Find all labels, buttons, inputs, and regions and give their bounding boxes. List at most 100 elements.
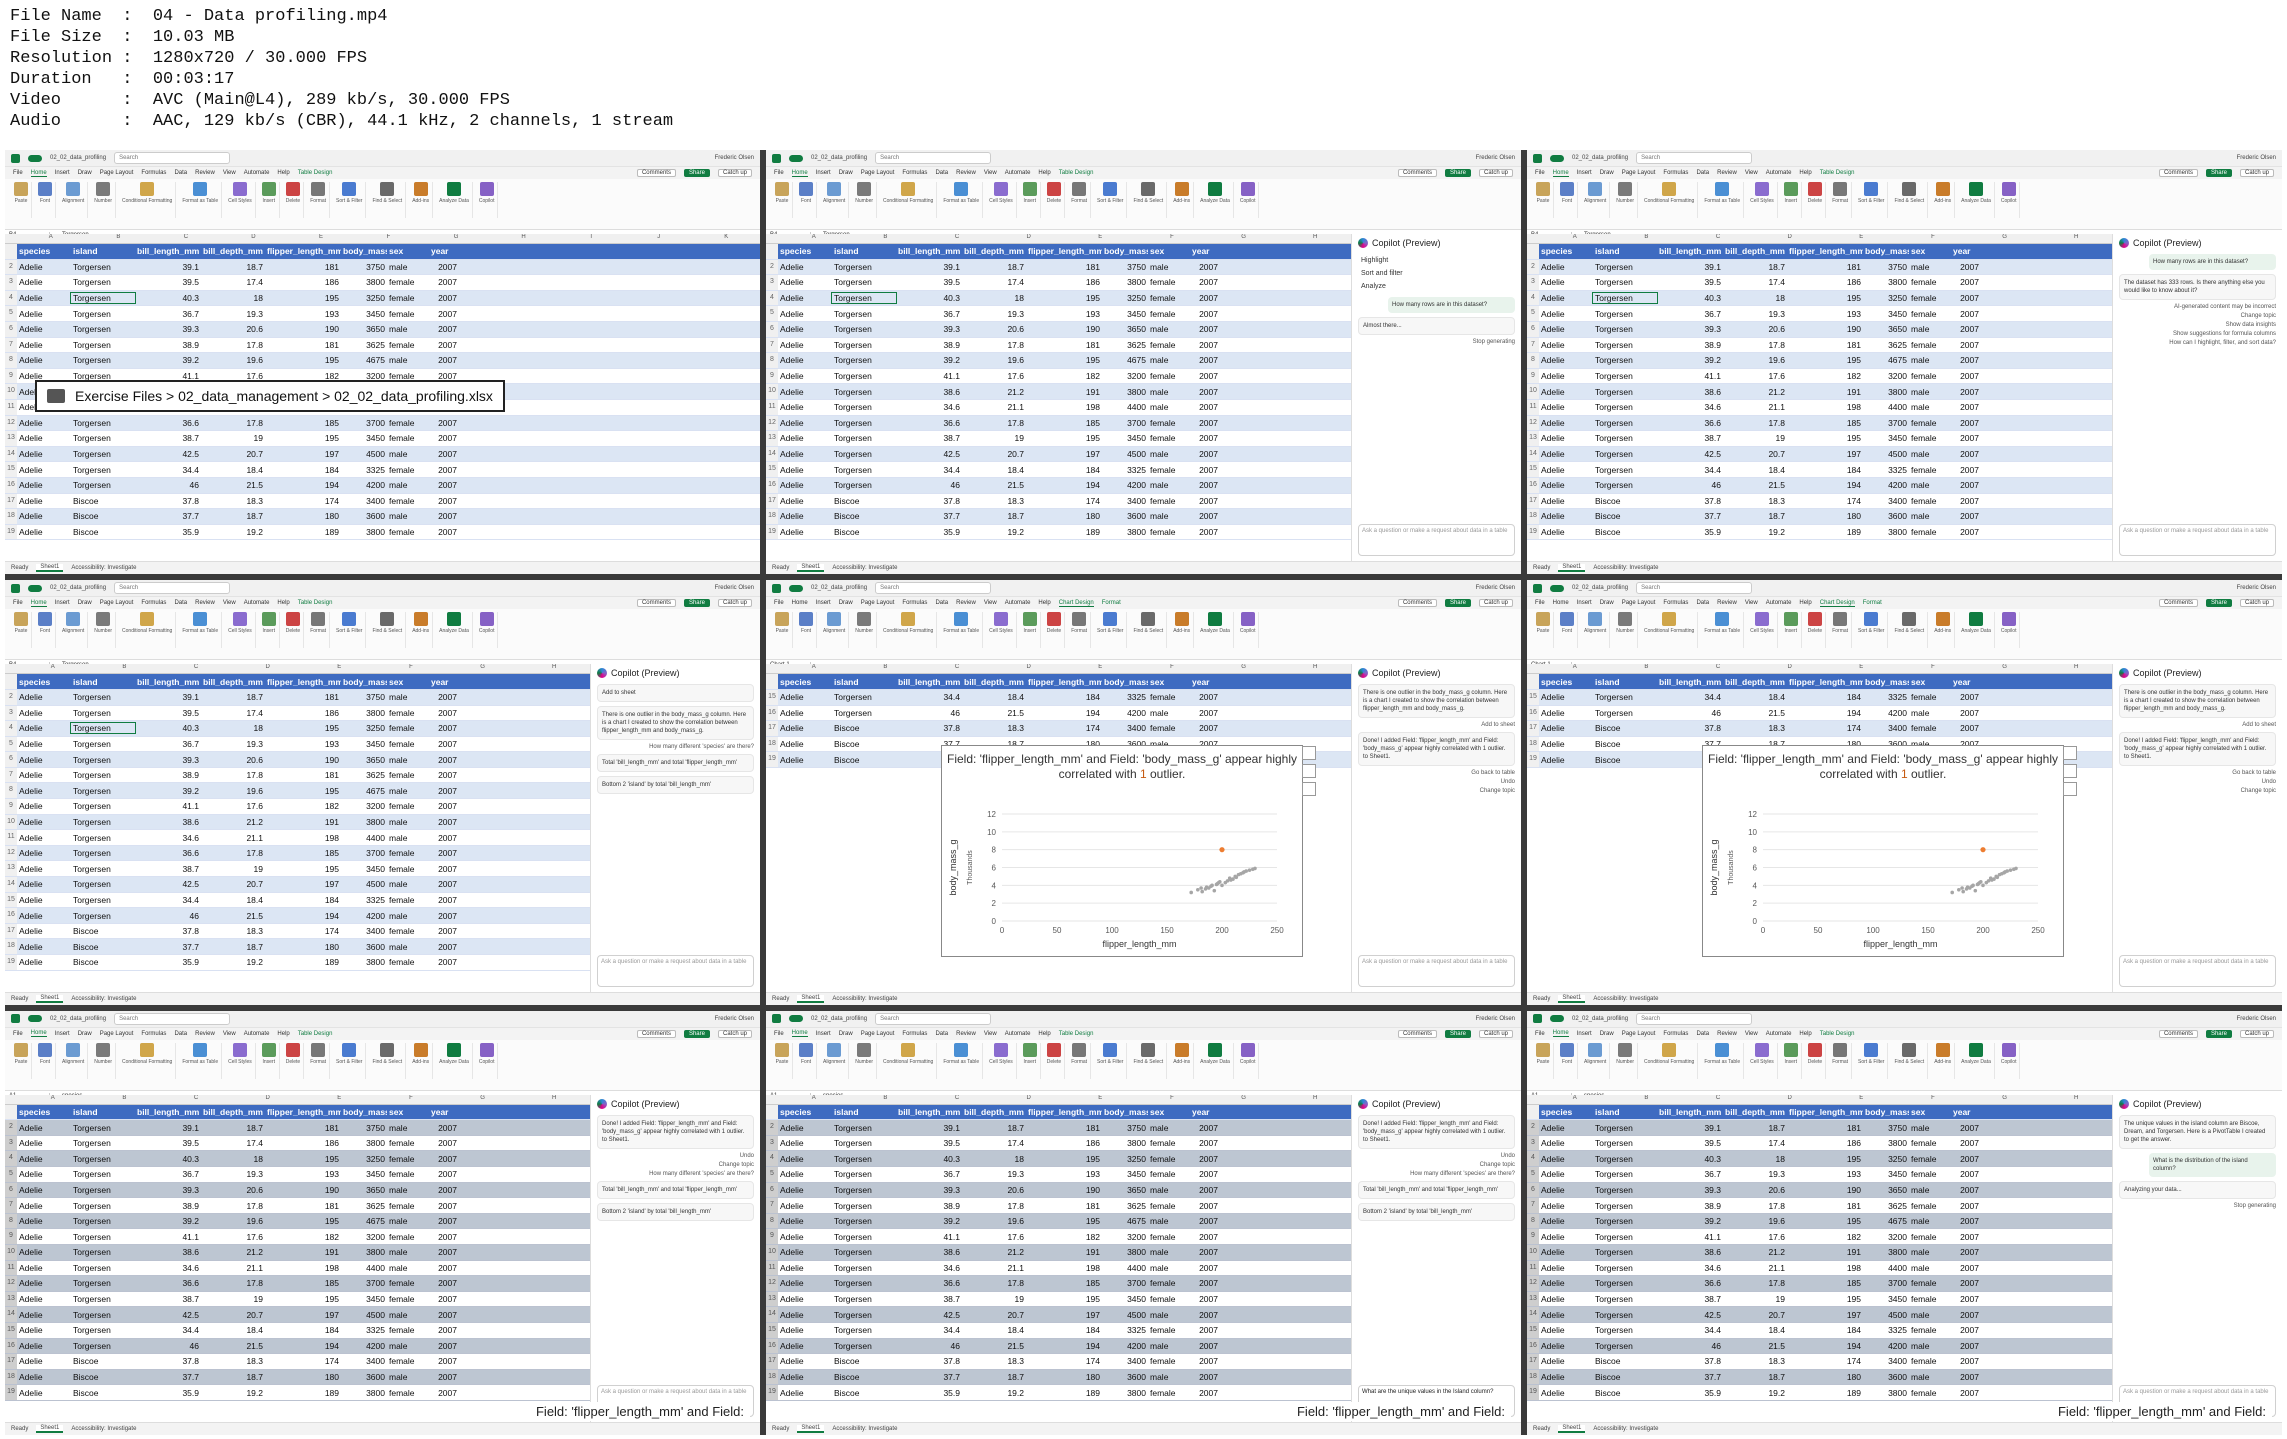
comments-button[interactable]: Comments xyxy=(2158,169,2198,177)
table-cell[interactable]: Torgersen xyxy=(1593,1138,1657,1148)
ribbon-group[interactable]: Find & Select xyxy=(1130,182,1168,218)
table-header-cell[interactable]: bill_length_mm xyxy=(896,246,962,256)
table-cell[interactable]: 20.6 xyxy=(201,1185,265,1195)
table-cell[interactable]: 41.1 xyxy=(135,801,201,811)
ribbon-group[interactable]: Find & Select xyxy=(1891,1042,1929,1079)
table-cell[interactable]: male xyxy=(1909,1310,1951,1320)
column-header[interactable]: B xyxy=(1611,234,1683,243)
table-cell[interactable]: 4675 xyxy=(1102,1216,1148,1226)
table-cell[interactable]: 37.8 xyxy=(135,1356,201,1366)
table-cell[interactable]: 21.2 xyxy=(1723,1247,1787,1257)
table-cell[interactable]: Adelie xyxy=(1539,1388,1593,1398)
table-cell[interactable]: 20.7 xyxy=(201,449,265,459)
table-cell[interactable]: 181 xyxy=(1787,1201,1863,1211)
table-cell[interactable]: 39.5 xyxy=(135,708,201,718)
table-header-cell[interactable]: year xyxy=(1190,246,1220,256)
table-cell[interactable]: Biscoe xyxy=(71,527,135,537)
ribbon-group[interactable]: Analyze Data xyxy=(436,182,473,218)
table-cell[interactable]: Torgersen xyxy=(1592,292,1658,305)
table-cell[interactable]: 2007 xyxy=(1190,1356,1220,1366)
accessibility-status[interactable]: Accessibility: Investigate xyxy=(1593,565,1658,571)
table-cell[interactable]: 182 xyxy=(1026,371,1102,381)
table-cell[interactable]: Adelie xyxy=(1539,1138,1593,1148)
ribbon-group[interactable]: Alignment xyxy=(820,182,850,218)
table-cell[interactable]: female xyxy=(1148,1154,1190,1164)
table-cell[interactable]: 181 xyxy=(265,340,341,350)
ribbon-group[interactable]: Find & Select xyxy=(369,182,407,218)
table-cell[interactable]: male xyxy=(387,1341,429,1351)
share-button[interactable]: Share xyxy=(2205,1029,2232,1038)
table-cell[interactable]: 2007 xyxy=(429,708,459,718)
table-cell[interactable]: female xyxy=(1148,1169,1190,1179)
table-cell[interactable]: 2007 xyxy=(1190,1216,1220,1226)
table-cell[interactable]: 4675 xyxy=(341,355,387,365)
menu-tab[interactable]: Page Layout xyxy=(100,600,134,606)
sheet-tab[interactable]: Sheet1 xyxy=(1558,994,1586,1003)
table-cell[interactable]: 186 xyxy=(1026,1138,1102,1148)
table-cell[interactable]: 3800 xyxy=(1102,387,1148,397)
table-cell[interactable]: 4200 xyxy=(1863,1341,1909,1351)
search-box[interactable]: Search xyxy=(114,152,231,164)
table-cell[interactable]: 2007 xyxy=(429,293,459,303)
column-header[interactable]: D xyxy=(1754,1095,1826,1104)
column-header[interactable]: B xyxy=(850,234,922,243)
menu-tab[interactable]: Insert xyxy=(55,600,70,606)
table-cell[interactable]: 195 xyxy=(1787,1216,1863,1226)
table-cell[interactable]: 19 xyxy=(1723,433,1787,443)
table-cell[interactable]: Adelie xyxy=(17,340,71,350)
table-cell[interactable]: female xyxy=(387,496,429,506)
menu-tab[interactable]: Insert xyxy=(1577,170,1592,176)
table-cell[interactable]: 181 xyxy=(1026,1123,1102,1133)
ribbon-group[interactable]: Cell Styles xyxy=(225,1042,256,1079)
table-cell[interactable]: 3600 xyxy=(341,511,387,521)
scatter-point[interactable] xyxy=(1950,890,1954,895)
table-cell[interactable]: Torgersen xyxy=(70,722,136,735)
table-cell[interactable]: 191 xyxy=(1787,387,1863,397)
table-cell[interactable]: 40.3 xyxy=(1657,1154,1723,1164)
column-header[interactable]: A xyxy=(778,664,850,673)
table-cell[interactable]: Adelie xyxy=(1539,527,1593,537)
ribbon-group[interactable]: Analyze Data xyxy=(1197,612,1234,649)
table-cell[interactable]: Adelie xyxy=(17,1154,71,1164)
scatter-point[interactable] xyxy=(1244,869,1248,874)
table-cell[interactable]: 195 xyxy=(265,786,341,796)
table-cell[interactable]: 39.2 xyxy=(135,355,201,365)
table-cell[interactable]: Adelie xyxy=(1539,692,1593,702)
table-cell[interactable]: 37.8 xyxy=(896,496,962,506)
column-header[interactable]: A xyxy=(17,234,85,243)
menu-tab[interactable]: Page Layout xyxy=(1622,1031,1656,1037)
table-cell[interactable]: 184 xyxy=(1787,465,1863,475)
table-cell[interactable]: 197 xyxy=(1026,449,1102,459)
table-cell[interactable]: 36.6 xyxy=(896,418,962,428)
table-cell[interactable]: 2007 xyxy=(429,1138,459,1148)
table-cell[interactable]: 2007 xyxy=(1190,262,1220,272)
table-cell[interactable]: 3450 xyxy=(1863,1169,1909,1179)
table-cell[interactable]: 41.1 xyxy=(896,371,962,381)
table-cell[interactable]: 17.6 xyxy=(201,1232,265,1242)
comments-button[interactable]: Comments xyxy=(636,169,676,177)
table-cell[interactable]: male xyxy=(1909,1216,1951,1226)
table-cell[interactable]: Adelie xyxy=(778,1278,832,1288)
table-cell[interactable]: Torgersen xyxy=(1593,371,1657,381)
table-cell[interactable]: 194 xyxy=(265,480,341,490)
table-cell[interactable]: 3800 xyxy=(341,527,387,537)
table-cell[interactable]: 2007 xyxy=(1190,309,1220,319)
table-cell[interactable]: Torgersen xyxy=(1593,1185,1657,1195)
table-cell[interactable]: male xyxy=(387,449,429,459)
ribbon-group[interactable]: Sort & Filter xyxy=(1855,612,1889,649)
ribbon-group[interactable]: Analyze Data xyxy=(1958,1042,1995,1079)
table-header-cell[interactable]: year xyxy=(1951,1107,1981,1117)
ribbon-group[interactable]: Alignment xyxy=(59,612,89,649)
table-cell[interactable]: 2007 xyxy=(429,449,459,459)
table-cell[interactable]: 3400 xyxy=(1102,723,1148,733)
column-header[interactable]: F xyxy=(1897,234,1969,243)
table-cell[interactable]: Adelie xyxy=(1539,1154,1593,1164)
column-header[interactable]: E xyxy=(1065,664,1137,673)
table-cell[interactable]: 2007 xyxy=(429,277,459,287)
table-cell[interactable]: 2007 xyxy=(1190,1201,1220,1211)
table-cell[interactable]: 20.7 xyxy=(201,1310,265,1320)
column-header[interactable]: B xyxy=(89,1095,161,1104)
table-cell[interactable]: 186 xyxy=(265,708,341,718)
table-cell[interactable]: 181 xyxy=(1026,340,1102,350)
table-cell[interactable]: female xyxy=(1148,1138,1190,1148)
